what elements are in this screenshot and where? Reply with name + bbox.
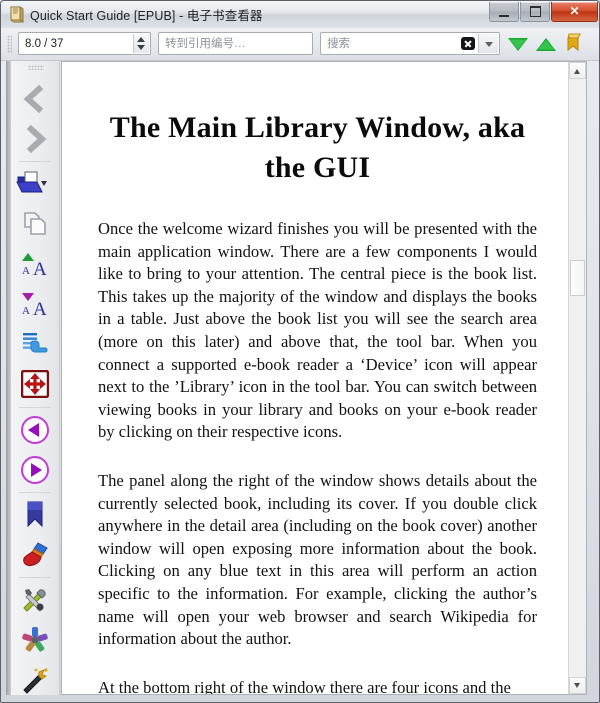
search-dropdown-button[interactable]	[478, 34, 498, 53]
paragraph: At the bottom right of the window there …	[98, 677, 511, 694]
minimize-icon	[499, 15, 509, 17]
page-number-value: 8.0 / 37	[25, 38, 64, 50]
open-folder-icon	[16, 171, 47, 193]
sidebar-item-highlight[interactable]	[11, 535, 59, 575]
book-icon	[9, 6, 25, 23]
window-title: Quick Start Guide [EPUB] - 电子书查看器	[30, 9, 263, 23]
title-bar[interactable]: Quick Start Guide [EPUB] - 电子书查看器 ✕	[1, 1, 599, 29]
toolbar: 8.0 / 37 转到引用编号… 搜索	[1, 28, 599, 61]
close-icon: ✕	[569, 4, 580, 18]
paragraph: Once the welcome wizard finishes you wil…	[98, 219, 537, 442]
sidebar-grip[interactable]	[28, 65, 44, 70]
minimize-button[interactable]	[489, 2, 519, 22]
fullscreen-arrows-icon	[21, 370, 49, 398]
sidebar-item-forward[interactable]	[11, 119, 59, 159]
sidebar-separator	[19, 492, 51, 493]
scroll-up-button[interactable]	[569, 62, 586, 79]
tools-icon	[23, 589, 46, 612]
table-of-contents-icon	[23, 333, 48, 353]
bookmark-button[interactable]	[563, 32, 585, 56]
toolbar-grip[interactable]	[7, 35, 12, 53]
sidebar-toolbar: A A A A	[11, 61, 60, 695]
sidebar-item-fullscreen[interactable]	[11, 364, 59, 404]
clear-x-icon[interactable]	[461, 37, 475, 50]
page-title: The Main Library Window, aka the GUI	[109, 111, 526, 184]
svg-text:A: A	[22, 305, 30, 317]
maximize-button[interactable]	[520, 2, 550, 22]
blue-bookmark-icon	[27, 501, 43, 528]
vertical-scrollbar[interactable]	[568, 62, 586, 694]
sidebar-item-magic-wand[interactable]	[11, 660, 59, 700]
scroll-up-arrow-icon	[574, 69, 580, 74]
sidebar-item-plugins[interactable]	[11, 620, 59, 660]
svg-text:A: A	[33, 259, 47, 278]
sidebar-item-preferences[interactable]	[11, 580, 59, 620]
maximize-icon	[530, 6, 541, 17]
sidebar-separator	[19, 577, 51, 578]
sidebar-item-toc-layout[interactable]	[11, 324, 59, 364]
circle-play-right-icon	[21, 456, 49, 484]
green-triangle-down-icon	[508, 38, 528, 51]
sidebar-item-copy[interactable]	[11, 204, 59, 244]
chevron-right-icon	[26, 124, 47, 154]
search-input[interactable]: 搜索	[320, 32, 500, 55]
scroll-down-button[interactable]	[569, 677, 586, 694]
pinwheel-icon	[22, 627, 48, 652]
font-size-decrease-icon: A A	[22, 293, 47, 318]
goto-reference-input[interactable]: 转到引用编号…	[158, 32, 313, 55]
page-spinner-buttons[interactable]	[133, 34, 149, 53]
sidebar-item-increase-font-size[interactable]: A A	[11, 244, 59, 284]
sidebar-item-decrease-font-size[interactable]: A A	[11, 284, 59, 324]
scroll-thumb[interactable]	[570, 260, 585, 296]
yellow-bookmark-ribbon-icon	[567, 33, 581, 52]
sidebar-separator	[19, 161, 51, 162]
sidebar-item-next-page[interactable]	[11, 450, 59, 490]
page-number-spinner[interactable]: 8.0 / 37	[18, 32, 151, 55]
spinner-down-icon[interactable]	[137, 45, 145, 50]
paragraph: The panel along the right of the window …	[98, 470, 537, 649]
font-size-increase-icon: A A	[22, 253, 47, 278]
chevron-down-icon	[485, 42, 493, 47]
magic-wand-icon	[23, 668, 48, 694]
page-content[interactable]: The Main Library Window, aka the GUI Onc…	[62, 62, 569, 694]
circle-play-left-icon	[21, 416, 49, 444]
sidebar-item-open-book[interactable]	[11, 164, 59, 204]
find-next-button[interactable]	[506, 34, 530, 54]
sidebar-item-previous-page[interactable]	[11, 410, 59, 450]
close-button[interactable]: ✕	[551, 2, 598, 22]
find-previous-button[interactable]	[534, 34, 558, 54]
green-triangle-up-icon	[536, 38, 556, 51]
spinner-up-icon[interactable]	[137, 37, 145, 42]
window-controls: ✕	[488, 2, 598, 22]
document-view: The Main Library Window, aka the GUI Onc…	[61, 61, 587, 695]
copy-pages-icon	[24, 212, 46, 235]
sidebar-item-back[interactable]	[11, 79, 59, 119]
sidebar-item-bookmarks[interactable]	[11, 495, 59, 535]
svg-text:A: A	[22, 265, 30, 277]
scroll-down-arrow-icon	[574, 683, 580, 688]
svg-text:A: A	[33, 299, 47, 318]
search-placeholder: 搜索	[327, 38, 350, 50]
goto-reference-placeholder: 转到引用编号…	[165, 38, 246, 50]
paint-brush-icon	[23, 542, 48, 566]
sidebar-separator	[19, 407, 51, 408]
ebook-viewer-window: Quick Start Guide [EPUB] - 电子书查看器 ✕ 8.0 …	[0, 0, 600, 703]
chevron-left-icon	[23, 84, 44, 114]
